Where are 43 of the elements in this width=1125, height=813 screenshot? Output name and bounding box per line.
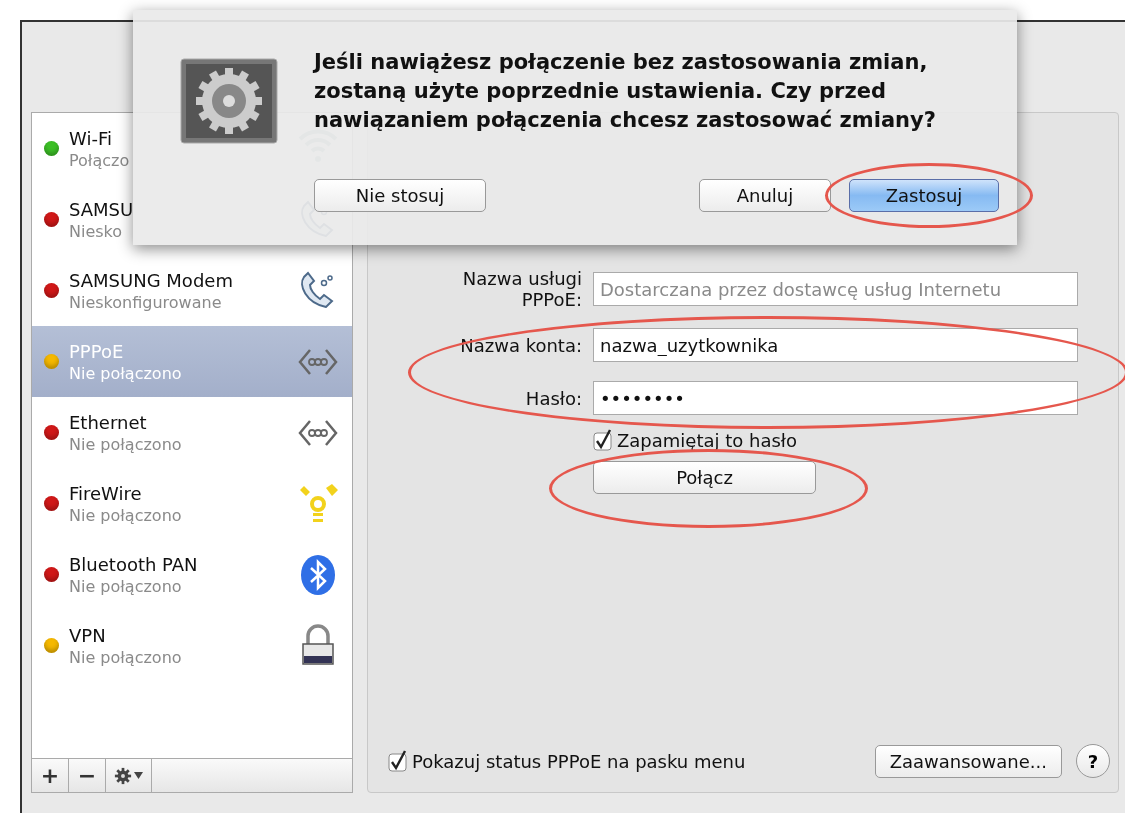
gear-icon <box>114 766 132 785</box>
service-status: Połączo <box>69 150 131 170</box>
service-status: Nie połączono <box>69 576 183 596</box>
dialog-button[interactable]: Anuluj <box>699 179 831 212</box>
service-name: SAMSUNG Modem <box>69 269 234 291</box>
field-label: Nazwa usługi PPPoE: <box>461 268 582 310</box>
caret-icon <box>134 772 143 779</box>
input-field[interactable]: nazwa_uzytkownika <box>593 328 1078 362</box>
advanced-button[interactable]: Zaawansowane... <box>874 744 1062 778</box>
service-status: Nie połączono <box>69 363 183 383</box>
checkbox[interactable] <box>593 429 613 451</box>
service-item[interactable]: FireWire Nie połączono <box>32 468 352 539</box>
input-field[interactable]: •••••••• <box>593 381 1078 415</box>
service-name: FireWire <box>69 482 143 504</box>
alert-message: Jeśli nawiążesz połączenie bez zastosowania zmian, zostaną użyte poprzednie ustawienia. Czy przed nawiązaniem połączenia chcesz zastosować zmiany? <box>314 49 937 134</box>
service-status: Nie połączono <box>69 647 183 667</box>
field-label: Hasło: <box>525 387 582 409</box>
checkbox[interactable] <box>388 750 408 772</box>
dialog-button[interactable]: Zastosuj <box>849 179 999 212</box>
service-name: Wi-Fi <box>69 127 113 149</box>
connect-button[interactable]: Połącz <box>593 461 816 494</box>
dialog-button[interactable]: Nie stosuj <box>314 179 486 212</box>
service-status: Nie połączono <box>69 434 183 454</box>
service-name: SAMSU <box>69 198 135 220</box>
service-status: Nie połączono <box>69 505 183 525</box>
service-name: Bluetooth PAN <box>69 553 199 575</box>
service-status: Niesko <box>69 221 124 241</box>
add-button[interactable]: + <box>32 759 69 792</box>
service-item[interactable]: Ethernet Nie połączono <box>32 397 352 468</box>
checkbox-label: Zapamiętaj to hasło <box>617 429 797 451</box>
service-name: PPPoE <box>69 340 125 362</box>
gear-app-icon <box>180 58 278 144</box>
input-field[interactable]: Dostarczana przez dostawcę usług Internetu <box>593 272 1078 306</box>
service-item[interactable]: SAMSUNG Modem Nieskonfigurowane <box>32 255 352 326</box>
service-item[interactable]: VPN Nie połączono <box>32 610 352 681</box>
checkbox-label: Pokazuj status PPPoE na pasku menu <box>412 750 746 772</box>
service-item[interactable]: Bluetooth PAN Nie połączono <box>32 539 352 610</box>
service-name: VPN <box>69 624 107 646</box>
remove-button[interactable]: − <box>69 759 106 792</box>
help-button[interactable]: ? <box>1076 744 1110 778</box>
service-name: Ethernet <box>69 411 148 433</box>
field-label: Nazwa konta: <box>460 334 582 356</box>
service-status: Nieskonfigurowane <box>69 292 223 312</box>
